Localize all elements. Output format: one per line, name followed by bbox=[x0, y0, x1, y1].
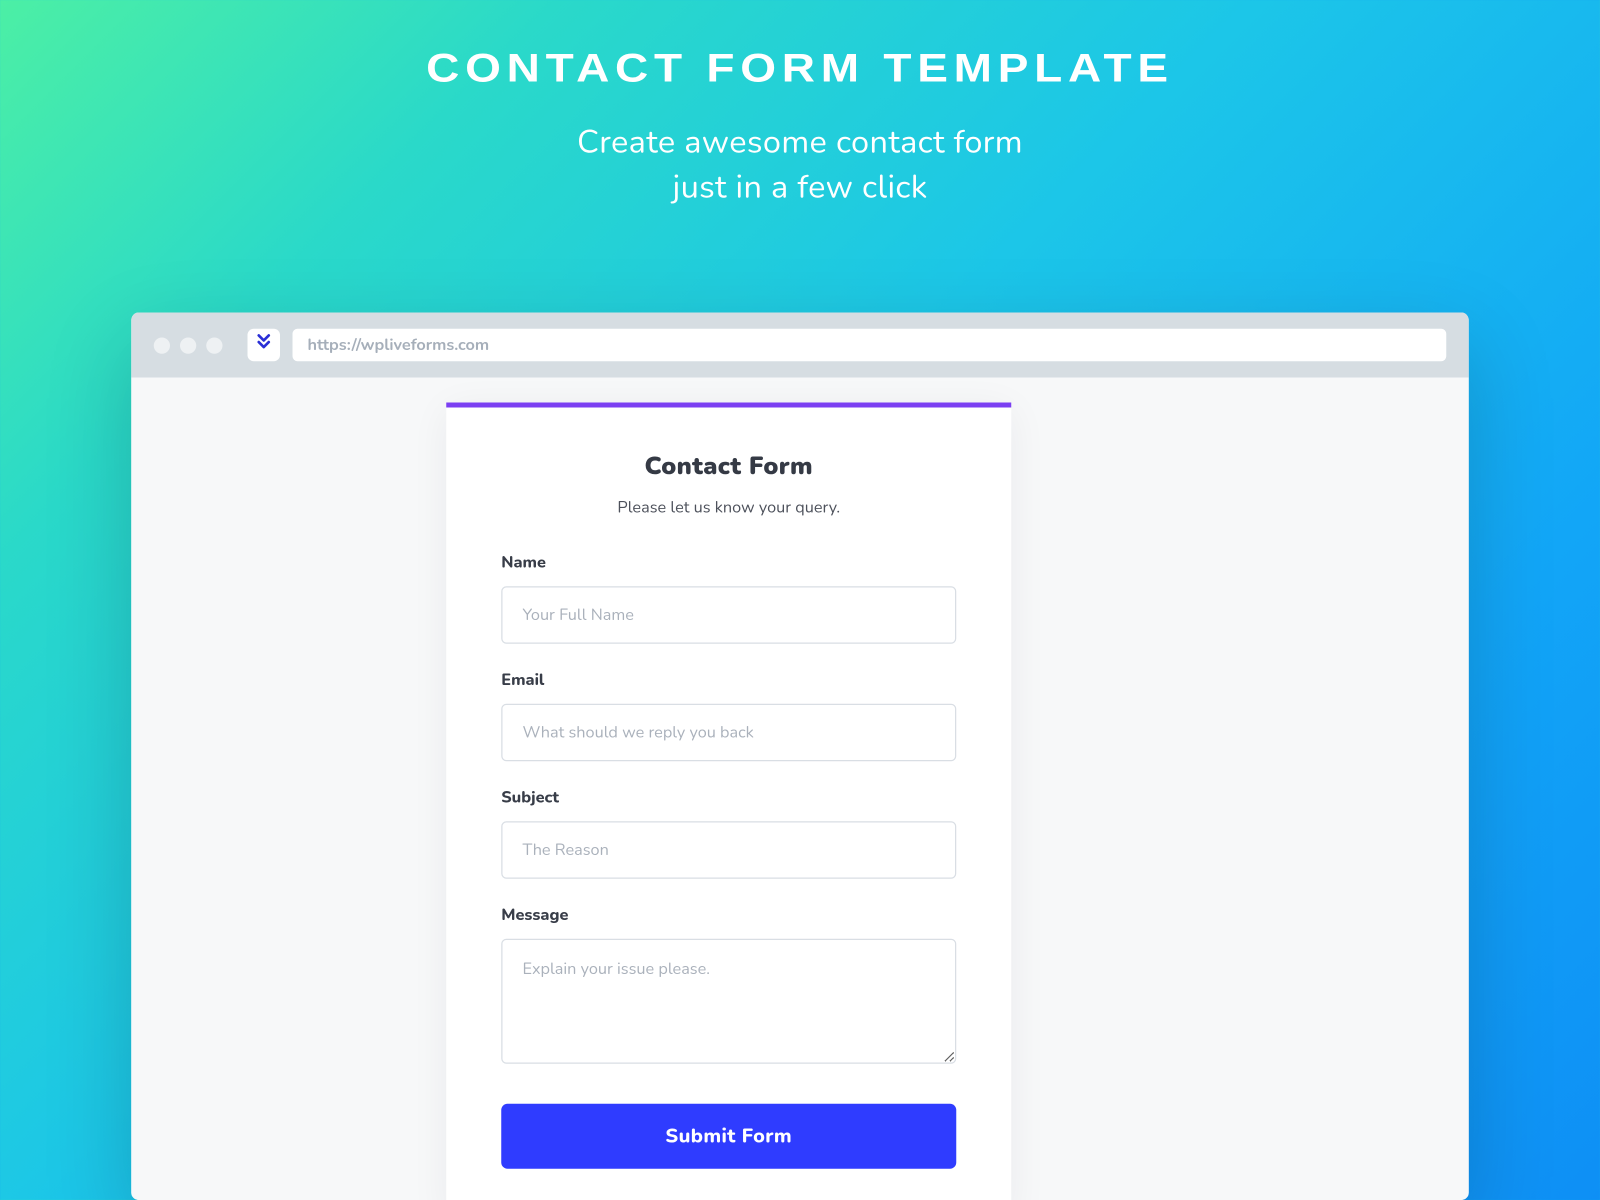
field-name: Name bbox=[501, 551, 956, 644]
form-title: Contact Form bbox=[501, 450, 956, 484]
input-message[interactable] bbox=[501, 939, 956, 1064]
field-subject: Subject bbox=[501, 786, 956, 879]
hero-subtitle-line2: just in a few click bbox=[673, 167, 928, 211]
field-message: Message bbox=[501, 904, 956, 1072]
input-subject[interactable] bbox=[501, 821, 956, 879]
site-favicon bbox=[248, 329, 281, 362]
chevrons-down-icon bbox=[254, 331, 274, 359]
hero-title: CONTACT FORM TEMPLATE bbox=[0, 45, 1600, 91]
input-email[interactable] bbox=[501, 704, 956, 762]
label-subject: Subject bbox=[501, 786, 956, 809]
window-controls bbox=[154, 337, 223, 353]
hero: CONTACT FORM TEMPLATE Create awesome con… bbox=[0, 0, 1600, 212]
window-close-icon[interactable] bbox=[154, 337, 170, 353]
label-message: Message bbox=[501, 904, 956, 927]
field-email: Email bbox=[501, 669, 956, 762]
hero-subtitle: Create awesome contact form just in a fe… bbox=[0, 121, 1600, 212]
window-maximize-icon[interactable] bbox=[206, 337, 222, 353]
hero-subtitle-line1: Create awesome contact form bbox=[577, 121, 1023, 165]
label-email: Email bbox=[501, 669, 956, 692]
input-name[interactable] bbox=[501, 586, 956, 644]
address-bar[interactable] bbox=[293, 329, 1447, 362]
browser-viewport: Contact Form Please let us know your que… bbox=[131, 378, 1469, 1200]
browser-window: Contact Form Please let us know your que… bbox=[131, 313, 1469, 1200]
form-subtitle: Please let us know your query. bbox=[501, 496, 956, 519]
page-stage: CONTACT FORM TEMPLATE Create awesome con… bbox=[0, 0, 1600, 1200]
window-minimize-icon[interactable] bbox=[180, 337, 196, 353]
browser-titlebar bbox=[131, 313, 1469, 378]
label-name: Name bbox=[501, 551, 956, 574]
contact-form-card: Contact Form Please let us know your que… bbox=[446, 403, 1011, 1200]
submit-button[interactable]: Submit Form bbox=[501, 1104, 956, 1169]
